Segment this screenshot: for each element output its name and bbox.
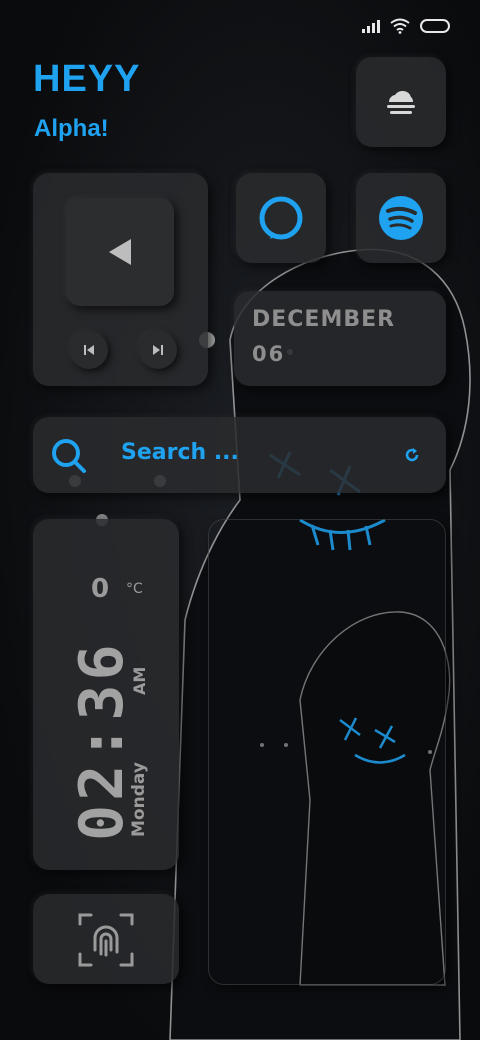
greeting-title: HEYY — [33, 58, 141, 100]
weather-button[interactable] — [356, 57, 446, 147]
wifi-icon — [390, 18, 410, 34]
clock-time: 02:36 — [67, 640, 137, 841]
spotify-icon — [379, 196, 423, 240]
fingerprint-icon — [78, 913, 134, 967]
battery-icon — [420, 19, 450, 33]
clock-widget: 0 °C 02:36 AM Monday — [33, 519, 179, 870]
search-bar[interactable]: Search ... — [33, 417, 446, 493]
search-input[interactable]: Search ... — [121, 440, 239, 465]
search-icon — [52, 439, 86, 473]
previous-button[interactable] — [70, 331, 108, 369]
cloud-fog-icon — [387, 90, 415, 114]
clock-ampm: AM — [130, 666, 149, 695]
music-player — [33, 173, 208, 386]
refresh-icon[interactable] — [403, 446, 421, 464]
photo-widget[interactable] — [208, 519, 446, 985]
fingerprint-button[interactable] — [33, 894, 179, 984]
play-button[interactable] — [66, 198, 174, 306]
signal-icon — [362, 19, 380, 33]
next-button[interactable] — [139, 331, 177, 369]
alexa-app-button[interactable] — [236, 173, 326, 263]
play-icon — [109, 239, 131, 265]
temperature-value: 0 — [91, 574, 110, 604]
greeting-name: Alpha! — [34, 115, 109, 142]
temperature-unit: °C — [126, 581, 143, 597]
next-icon — [153, 345, 163, 355]
clock-day: Monday — [129, 762, 149, 837]
alexa-icon — [259, 196, 303, 240]
status-bar — [362, 18, 450, 34]
date-day: 06 — [252, 342, 286, 366]
previous-icon — [84, 345, 94, 355]
date-month: DECEMBER — [252, 307, 396, 332]
spotify-app-button[interactable] — [356, 173, 446, 263]
date-widget[interactable]: DECEMBER 06 — [234, 291, 446, 386]
